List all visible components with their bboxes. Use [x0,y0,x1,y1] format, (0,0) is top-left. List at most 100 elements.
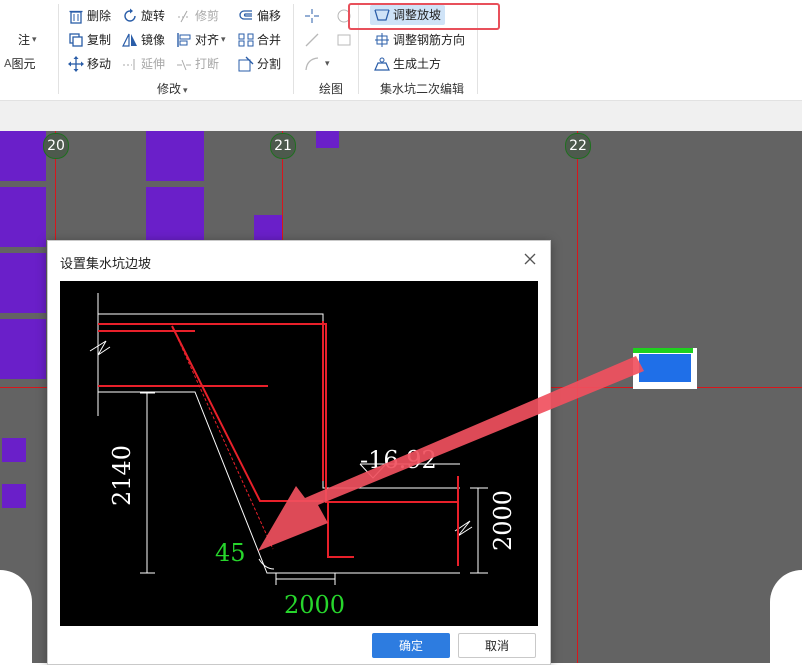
extend-label: 延伸 [141,57,166,71]
extend-icon [122,56,138,72]
component-block[interactable] [2,438,26,462]
axis-line [577,131,578,663]
ribbon-toolbar: 注 ▾ A 图元 删除 复制 移动 旋转 镜像 延伸 修剪 对齐 ▾ 打断 偏移… [0,0,802,100]
component-block[interactable] [0,131,46,181]
component-block[interactable] [254,215,282,241]
sump-pit-object[interactable] [633,348,697,389]
element-icon: A [4,57,12,70]
adjust-rebar-direction-button[interactable]: 调整钢筋方向 [374,30,465,50]
highlight-frame [348,3,500,30]
axis-label[interactable]: 20 [43,133,69,159]
extend-button[interactable]: 延伸 [122,54,165,74]
copy-label: 复制 [87,33,112,47]
modify-group-label[interactable]: 修改 ▾ [157,80,188,97]
merge-icon [238,32,254,48]
move-arrows-icon [68,56,84,72]
component-block[interactable] [146,131,204,181]
component-block[interactable] [316,131,339,148]
pit-edit-group-text: 集水坑二次编辑 [380,82,465,96]
split-button[interactable]: 分割 [238,54,281,74]
chevron-down-icon: ▾ [221,35,226,45]
divider [58,4,59,94]
trim-button[interactable]: 修剪 [176,6,219,26]
element-label: 图元 [11,57,36,71]
component-block[interactable] [0,319,46,379]
ribbon-bottom-bar [0,100,802,132]
element-tool[interactable]: A 图元 [4,54,36,74]
slope-diagram: 2140 -16.92 2000 45 2000 [60,281,538,626]
slope-width-value[interactable]: 2000 [284,591,345,619]
break-label: 打断 [195,57,220,71]
rotate-icon [122,8,138,24]
draw-group-text: 绘图 [319,82,344,96]
draw-rect-button[interactable] [336,30,355,50]
elevation-label: -16.92 [360,446,437,474]
delete-button[interactable]: 删除 [68,6,111,26]
component-block[interactable] [0,253,46,313]
set-pit-slope-dialog: 设置集水坑边坡 2140 -16.92 2000 45 2000 确定 取消 [47,240,551,665]
delete-label: 删除 [87,9,112,23]
mirror-button[interactable]: 镜像 [122,30,165,50]
earthwork-icon [374,56,390,72]
merge-button[interactable]: 合并 [238,30,281,50]
right-dimension-label: 2000 [489,490,517,551]
rectangle-icon [336,32,352,48]
offset-label: 偏移 [257,9,282,23]
dialog-title: 设置集水坑边坡 [60,257,152,272]
copy-icon [68,32,84,48]
move-button[interactable]: 移动 [68,54,111,74]
copy-button[interactable]: 复制 [68,30,111,50]
draw-group-label: 绘图 [319,80,343,97]
move-label: 移动 [87,57,112,71]
sump-pit-fill [639,354,691,382]
split-icon [238,56,254,72]
crosshair-icon [304,8,320,24]
corner-mask [770,570,802,663]
modify-group-text: 修改 [157,82,182,96]
break-button[interactable]: 打断 [176,54,219,74]
adjust-rebar-direction-label: 调整钢筋方向 [393,33,466,47]
break-icon [176,56,192,72]
generate-earthwork-label: 生成土方 [393,57,442,71]
divider [293,4,294,94]
draw-arc-button[interactable]: ▾ [304,54,330,74]
depth-dimension-label: 2140 [108,445,136,506]
ok-button[interactable]: 确定 [372,633,450,658]
align-button[interactable]: 对齐 ▾ [176,30,226,50]
offset-button[interactable]: 偏移 [238,6,281,26]
close-icon[interactable] [522,251,538,267]
slope-diagram-svg: 2140 -16.92 2000 45 2000 [89,293,517,619]
sump-pit-edge [633,348,693,353]
trash-icon [68,8,84,24]
mirror-label: 镜像 [141,33,166,47]
trim-label: 修剪 [195,9,220,23]
rotate-label: 旋转 [141,9,166,23]
annotation-tool[interactable]: 注 ▾ [18,30,37,50]
offset-icon [238,8,254,24]
trim-icon [176,8,192,24]
component-block[interactable] [146,187,204,243]
draw-point-button[interactable] [304,6,323,26]
component-block[interactable] [2,484,26,508]
slope-angle-value[interactable]: 45 [215,539,246,567]
mirror-icon [122,32,138,48]
axis-label[interactable]: 22 [565,133,591,159]
align-icon [176,32,192,48]
merge-label: 合并 [257,33,282,47]
align-label: 对齐 [195,33,220,47]
chevron-down-icon: ▾ [32,35,37,45]
axis-label[interactable]: 21 [270,133,296,159]
split-label: 分割 [257,57,282,71]
chevron-down-icon: ▾ [325,59,330,69]
draw-line-button[interactable] [304,30,323,50]
rotate-button[interactable]: 旋转 [122,6,165,26]
rebar-direction-icon [374,32,390,48]
generate-earthwork-button[interactable]: 生成土方 [374,54,441,74]
cancel-button[interactable]: 取消 [458,633,536,658]
chevron-down-icon: ▾ [183,86,188,96]
pit-edit-group-label: 集水坑二次编辑 [380,80,464,97]
annotation-label: 注 [18,33,31,47]
component-block[interactable] [0,187,46,247]
line-icon [304,32,320,48]
arc-icon [304,56,320,72]
